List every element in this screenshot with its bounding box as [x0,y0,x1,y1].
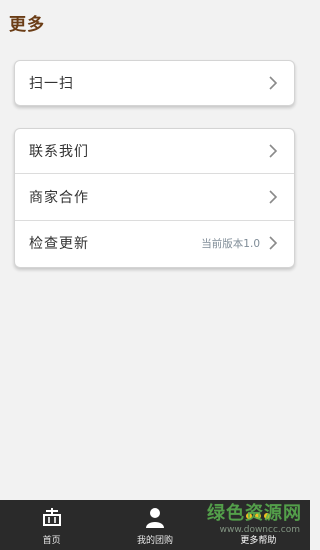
tab-my-groupbuy[interactable]: 我的团购 [103,500,206,550]
header: 更多 [0,0,310,40]
more-dots-icon [246,513,271,519]
menu-item-label: 商家合作 [29,190,89,206]
menu-item-check-update[interactable]: 检查更新 当前版本1.0 [15,220,294,265]
tab-label: 我的团购 [136,536,173,546]
chevron-right-icon [269,190,278,204]
scan-card: 扫一扫 [14,60,295,106]
scan-label: 扫一扫 [29,76,74,92]
tab-home[interactable]: 首页 [0,500,103,550]
bottom-tab-bar: 首页 我的团购 更多帮助 [0,500,310,550]
chevron-right-icon [269,236,278,250]
chevron-right-icon [269,144,278,158]
menu-item-cooperation[interactable]: 商家合作 [15,173,294,220]
user-icon [145,508,164,528]
chevron-right-icon [269,76,278,90]
home-basket-icon [42,508,61,526]
tab-label: 首页 [42,536,61,546]
tab-label: 更多帮助 [240,536,277,546]
menu-item-label: 联系我们 [29,144,89,160]
menu-item-contact[interactable]: 联系我们 [15,129,294,173]
version-text: 当前版本1.0 [201,237,260,250]
menu-card: 联系我们 商家合作 检查更新 当前版本1.0 [14,128,295,268]
page-title: 更多 [9,15,45,35]
menu-item-label: 检查更新 [29,236,89,252]
scan-row[interactable]: 扫一扫 [15,61,294,105]
tab-more-help[interactable]: 更多帮助 [207,500,310,550]
